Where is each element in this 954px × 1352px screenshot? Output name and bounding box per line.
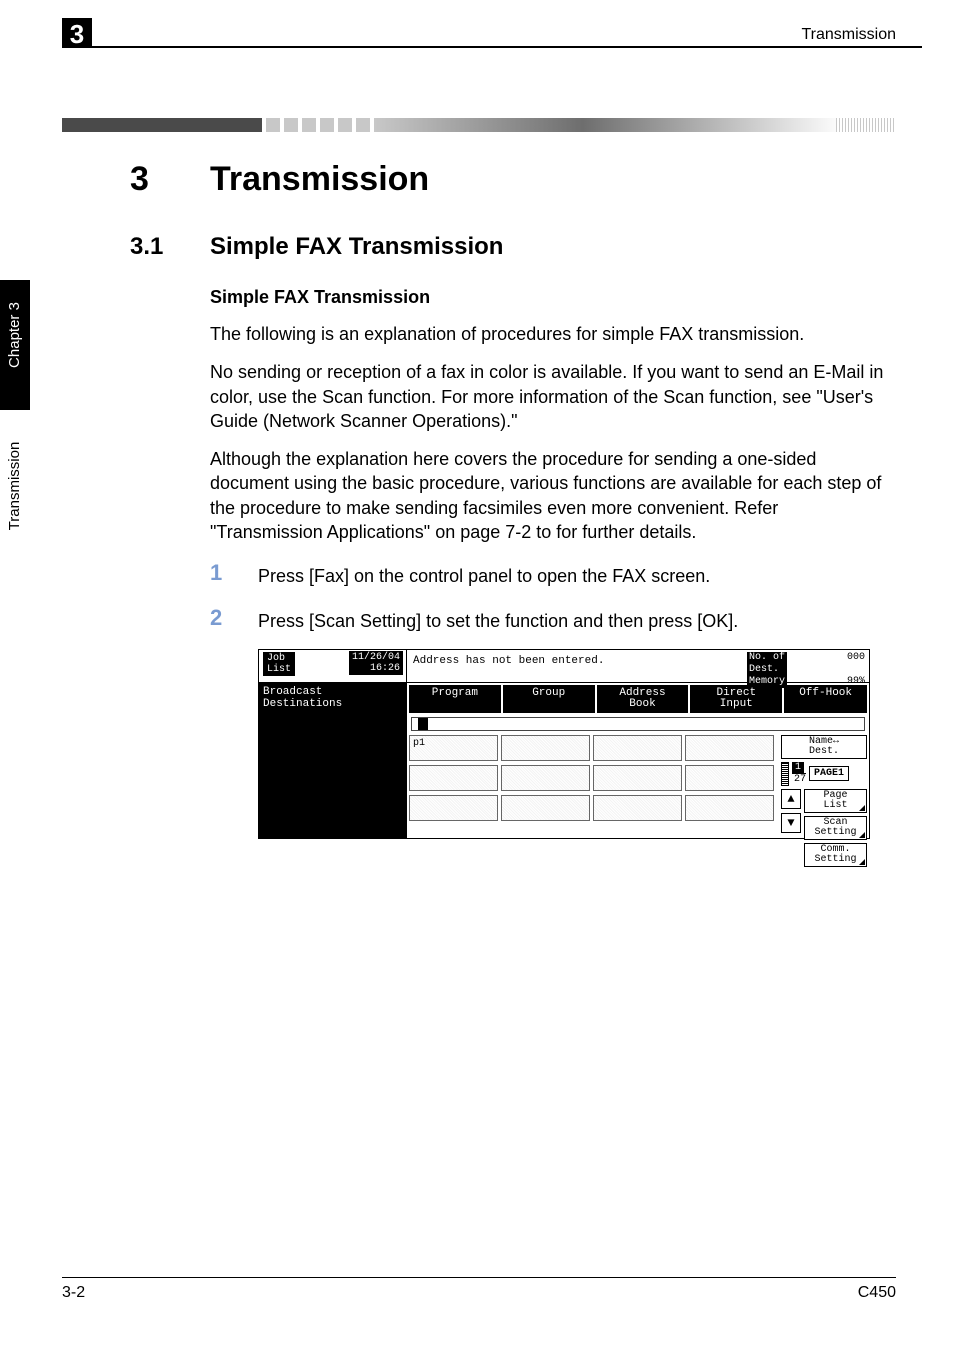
footer: 3-2 C450 (62, 1277, 896, 1302)
address-cell[interactable] (409, 795, 498, 821)
tab-address-book[interactable]: Address Book (597, 685, 689, 713)
step-1: 1 Press [Fax] on the control panel to op… (210, 560, 890, 588)
address-cell[interactable] (501, 765, 590, 791)
address-cell[interactable] (593, 765, 682, 791)
broadcast-label: Broadcast Destinations (263, 686, 342, 710)
footer-model: C450 (858, 1284, 896, 1302)
pager: 1 27 PAGE1 (781, 762, 867, 786)
side-section-label: Transmission (6, 416, 23, 556)
paragraph-2: No sending or reception of a fax in colo… (210, 360, 890, 433)
arrow-up-button[interactable]: ▲ (781, 789, 801, 809)
tab-direct-input[interactable]: Direct Input (690, 685, 782, 713)
address-cell[interactable] (685, 735, 774, 761)
address-cell[interactable] (501, 735, 590, 761)
step-2-text: Press [Scan Setting] to set the function… (258, 605, 738, 633)
fax-screen: Job List 11/26/0416:26 Address has not b… (258, 649, 870, 839)
paragraph-1: The following is an explanation of proce… (210, 322, 890, 346)
heading-2-text: Simple FAX Transmission (210, 233, 503, 260)
arrow-down-button[interactable]: ▼ (781, 813, 801, 833)
running-head: Transmission (801, 26, 896, 44)
tab-off-hook[interactable]: Off-Hook (784, 685, 867, 713)
status-right: No. of Dest.000 Memory99% (743, 650, 869, 682)
dest-count: 000 (847, 652, 865, 676)
page-list-button[interactable]: Page List (804, 789, 867, 813)
address-cell[interactable] (593, 735, 682, 761)
paragraph-3: Although the explanation here covers the… (210, 447, 890, 544)
search-bar[interactable] (411, 717, 865, 731)
arrow-up-icon: ▲ (787, 793, 794, 805)
dest-label: No. of Dest. (747, 652, 787, 676)
job-list-button[interactable]: Job List (262, 651, 296, 677)
scan-setting-button[interactable]: Scan Setting (804, 816, 867, 840)
broadcast-panel: Broadcast Destinations (259, 683, 407, 839)
side-tab: Chapter 3 Transmission (0, 280, 30, 560)
address-cell[interactable]: p1 (409, 735, 498, 761)
heading-1: 3Transmission (130, 160, 890, 199)
text-cursor-icon (418, 718, 428, 730)
heading-2: 3.1Simple FAX Transmission (130, 233, 890, 261)
pager-current: 1 (792, 762, 804, 773)
comm-setting-button[interactable]: Comm. Setting (804, 843, 867, 867)
datetime: 11/26/0416:26 (349, 651, 403, 675)
address-cell[interactable] (685, 765, 774, 791)
address-cell[interactable] (593, 795, 682, 821)
heading-1-text: Transmission (210, 160, 429, 198)
tab-group[interactable]: Group (503, 685, 595, 713)
name-dest-toggle[interactable]: Name↔ Dest. (781, 735, 867, 759)
arrow-down-icon: ▼ (787, 817, 794, 829)
address-cell[interactable] (501, 795, 590, 821)
side-chapter-label: Chapter 3 (6, 270, 23, 400)
status-message: Address has not been entered. (407, 650, 743, 682)
step-2: 2 Press [Scan Setting] to set the functi… (210, 605, 890, 633)
chapter-number-badge: 3 (62, 18, 92, 48)
heading-1-number: 3 (130, 160, 210, 199)
page-label[interactable]: PAGE1 (809, 766, 849, 781)
decor-bar (62, 118, 896, 132)
address-cell[interactable] (409, 765, 498, 791)
heading-2-number: 3.1 (130, 233, 210, 261)
address-grid: p1 (409, 735, 777, 867)
job-list-area: Job List 11/26/0416:26 (259, 650, 407, 682)
step-1-number: 1 (210, 560, 258, 586)
pager-total: 27 (794, 774, 806, 785)
step-2-number: 2 (210, 605, 258, 631)
heading-3: Simple FAX Transmission (210, 287, 890, 308)
footer-page-number: 3-2 (62, 1284, 85, 1302)
tab-program[interactable]: Program (409, 685, 501, 713)
decor-right-stripes (836, 118, 896, 132)
address-cell[interactable] (685, 795, 774, 821)
scroll-indicator-icon (781, 762, 789, 786)
step-1-text: Press [Fax] on the control panel to open… (258, 560, 710, 588)
